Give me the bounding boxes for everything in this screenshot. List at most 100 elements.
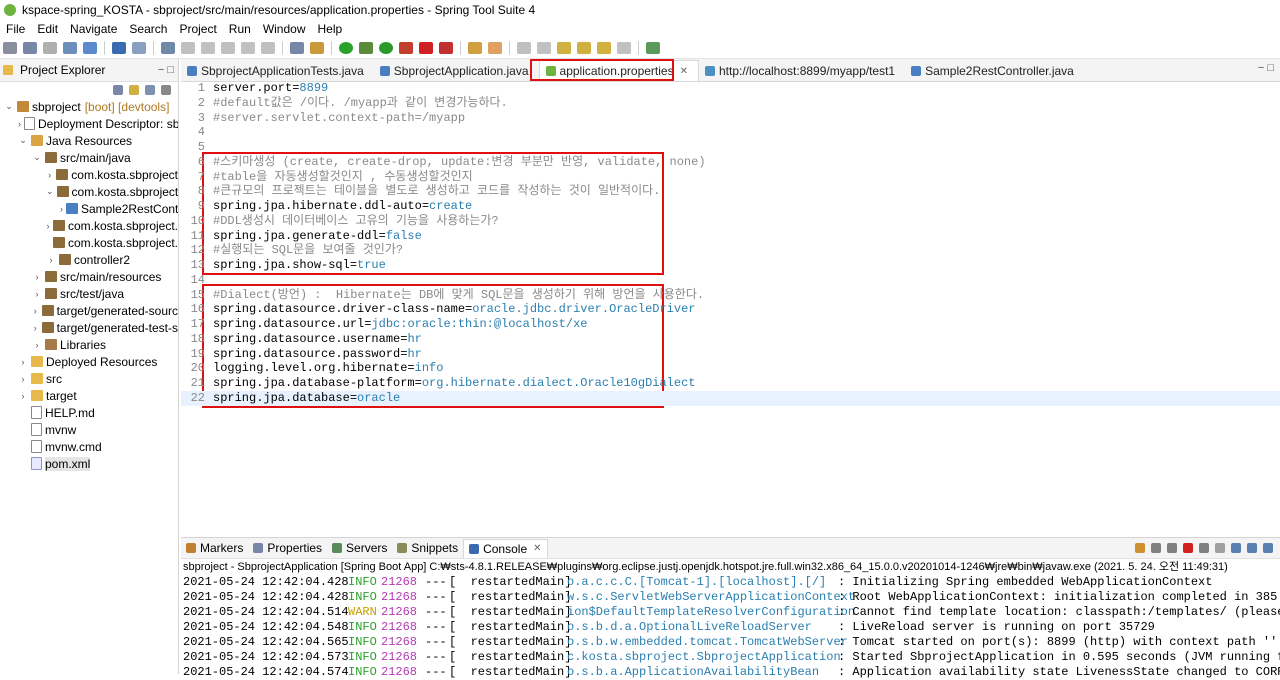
chevron-down-icon[interactable]: ⌄ bbox=[18, 135, 28, 146]
link-editor-icon[interactable] bbox=[129, 85, 139, 95]
menu-file[interactable]: File bbox=[0, 22, 31, 36]
bottom-tab[interactable]: Properties bbox=[248, 541, 327, 555]
tree-item[interactable]: › Deployed Resources bbox=[0, 353, 178, 370]
code-editor[interactable]: 1 server.port=8899 2 #default값은 /이다. /myapp… bbox=[181, 81, 1280, 537]
collapse-all-icon[interactable] bbox=[113, 85, 123, 95]
editor-tab[interactable]: SbprojectApplicationTests.java bbox=[181, 61, 374, 81]
chevron-right-icon[interactable]: › bbox=[18, 357, 28, 367]
new-icon[interactable] bbox=[3, 42, 17, 54]
bottom-tab[interactable]: Snippets bbox=[392, 541, 463, 555]
save-icon[interactable] bbox=[23, 42, 37, 54]
tree-item[interactable]: › com.kosta.sbproject. bbox=[0, 217, 178, 234]
chevron-right-icon[interactable]: › bbox=[60, 204, 63, 214]
chevron-right-icon[interactable]: › bbox=[32, 272, 42, 282]
tree-item[interactable]: ⌄ Java Resources bbox=[0, 132, 178, 149]
tree-item[interactable]: ⌄ sbproject [boot] [devtools] bbox=[0, 98, 178, 115]
prev-annotation-icon[interactable] bbox=[537, 42, 551, 54]
forward-icon[interactable] bbox=[597, 42, 611, 54]
editor-tab[interactable]: http://localhost:8899/myapp/test1 bbox=[699, 61, 905, 81]
print-icon[interactable] bbox=[63, 42, 77, 54]
tree-item[interactable]: › com.kosta.sbproject bbox=[0, 166, 178, 183]
terminal-icon[interactable] bbox=[132, 42, 146, 54]
last-edit-icon[interactable] bbox=[557, 42, 571, 54]
chevron-right-icon[interactable]: › bbox=[18, 391, 28, 401]
menu-run[interactable]: Run bbox=[223, 22, 257, 36]
tree-item[interactable]: mvnw.cmd bbox=[0, 438, 178, 455]
clear-console-icon[interactable] bbox=[1199, 543, 1209, 553]
open-type-icon[interactable] bbox=[468, 42, 482, 54]
close-icon[interactable]: ✕ bbox=[533, 543, 541, 554]
show-stdout-icon[interactable] bbox=[1247, 543, 1257, 553]
next-annotation-icon[interactable] bbox=[517, 42, 531, 54]
resume-icon[interactable] bbox=[181, 42, 195, 54]
tree-item[interactable]: com.kosta.sbproject. bbox=[0, 234, 178, 251]
save-all-icon[interactable] bbox=[43, 42, 57, 54]
tree-item[interactable]: ⌄ com.kosta.sbproject. bbox=[0, 183, 178, 200]
chevron-down-icon[interactable]: ⌄ bbox=[32, 152, 42, 163]
tree-item[interactable]: HELP.md bbox=[0, 404, 178, 421]
tree-item[interactable]: › src bbox=[0, 370, 178, 387]
chevron-right-icon[interactable]: › bbox=[32, 323, 39, 333]
step-into-icon[interactable] bbox=[241, 42, 255, 54]
menu-window[interactable]: Window bbox=[257, 22, 312, 36]
tree-item[interactable]: › src/main/resources bbox=[0, 268, 178, 285]
scroll-lock-icon[interactable] bbox=[1215, 543, 1225, 553]
boot-dashboard-icon[interactable] bbox=[339, 42, 353, 54]
terminate-icon[interactable] bbox=[221, 42, 235, 54]
back-icon[interactable] bbox=[577, 42, 591, 54]
bottom-tab[interactable]: Console ✕ bbox=[463, 538, 548, 558]
tree-item[interactable]: ⌄ src/main/java bbox=[0, 149, 178, 166]
bottom-tab[interactable]: Markers bbox=[181, 541, 248, 555]
editor-tab[interactable]: application.properties ✕ bbox=[538, 60, 699, 81]
tree-item[interactable]: › Libraries bbox=[0, 336, 178, 353]
open-console-icon[interactable] bbox=[1263, 543, 1273, 553]
tree-item[interactable]: › Sample2RestCont bbox=[0, 200, 178, 217]
tree-item[interactable]: pom.xml bbox=[0, 455, 178, 472]
run-icon[interactable] bbox=[379, 42, 393, 54]
tree-item[interactable]: › controller2 bbox=[0, 251, 178, 268]
chevron-right-icon[interactable]: › bbox=[18, 374, 28, 384]
console-output[interactable]: 2021-05-24 12:42:04.428 INFO 21268 ---[ res… bbox=[181, 575, 1280, 680]
tree-item[interactable]: › src/test/java bbox=[0, 285, 178, 302]
chevron-right-icon[interactable]: › bbox=[32, 340, 42, 350]
open-console-icon[interactable] bbox=[112, 42, 126, 54]
forward-alt-icon[interactable] bbox=[617, 42, 631, 54]
editor-tab[interactable]: SbprojectApplication.java bbox=[374, 61, 539, 81]
stop-icon[interactable] bbox=[419, 42, 433, 54]
chevron-right-icon[interactable]: › bbox=[32, 289, 42, 299]
suspend-icon[interactable] bbox=[201, 42, 215, 54]
filter-icon[interactable] bbox=[145, 85, 155, 95]
spring-new-icon[interactable] bbox=[83, 42, 97, 54]
step-over-icon[interactable] bbox=[261, 42, 275, 54]
tree-item[interactable]: › target bbox=[0, 387, 178, 404]
open-perspective-icon[interactable] bbox=[646, 42, 660, 54]
minimize-maximize-icon[interactable]: − □ bbox=[158, 64, 178, 76]
terminate-icon[interactable] bbox=[1183, 543, 1193, 553]
tree-item[interactable]: › Deployment Descriptor: sb bbox=[0, 115, 178, 132]
tree-item[interactable]: › target/generated-sourc bbox=[0, 302, 178, 319]
word-wrap-icon[interactable] bbox=[1231, 543, 1241, 553]
chevron-right-icon[interactable]: › bbox=[18, 119, 21, 129]
relaunch-icon[interactable] bbox=[439, 42, 453, 54]
chevron-right-icon[interactable]: › bbox=[32, 306, 39, 316]
menu-edit[interactable]: Edit bbox=[31, 22, 64, 36]
project-explorer-title[interactable]: Project Explorer bbox=[20, 63, 105, 77]
pin-console-icon[interactable] bbox=[1135, 543, 1145, 553]
remove-launch-icon[interactable] bbox=[1151, 543, 1161, 553]
tree-item[interactable]: › target/generated-test-s bbox=[0, 319, 178, 336]
bottom-tab[interactable]: Servers bbox=[327, 541, 392, 555]
minimize-maximize-icon[interactable]: − □ bbox=[1258, 62, 1274, 74]
tree-item[interactable]: mvnw bbox=[0, 421, 178, 438]
chevron-down-icon[interactable]: ⌄ bbox=[46, 186, 54, 197]
menu-search[interactable]: Search bbox=[123, 22, 173, 36]
toggle-block-icon[interactable] bbox=[290, 42, 304, 54]
menu-project[interactable]: Project bbox=[173, 22, 222, 36]
skip-breakpoints-icon[interactable] bbox=[161, 42, 175, 54]
search-icon[interactable] bbox=[488, 42, 502, 54]
debug-icon[interactable] bbox=[359, 42, 373, 54]
menu-help[interactable]: Help bbox=[312, 22, 349, 36]
chevron-down-icon[interactable]: ⌄ bbox=[4, 101, 14, 112]
remove-all-icon[interactable] bbox=[1167, 543, 1177, 553]
menu-navigate[interactable]: Navigate bbox=[64, 22, 123, 36]
editor-tab[interactable]: Sample2RestController.java bbox=[905, 61, 1084, 81]
